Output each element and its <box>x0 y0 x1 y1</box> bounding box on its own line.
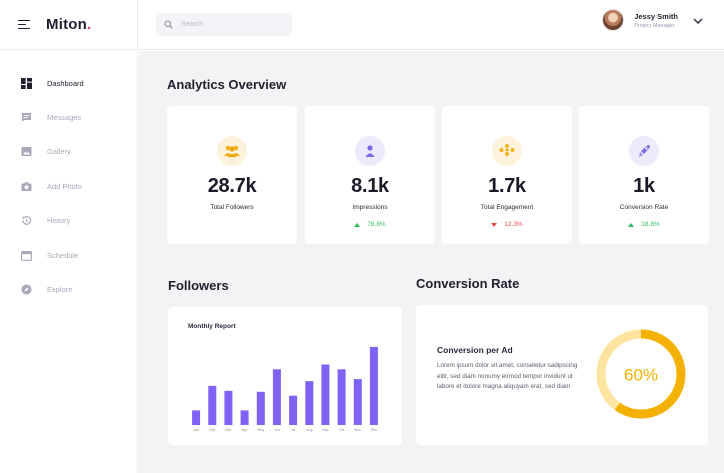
conversion-donut: 60% <box>596 329 686 419</box>
search-icon <box>164 16 173 34</box>
sidebar-nav: Dashboard Messages Gallery Add Photo His… <box>0 66 138 307</box>
stat-delta: 78.8% <box>305 221 435 228</box>
avatar[interactable] <box>602 9 625 31</box>
bar-apr[interactable] <box>240 410 249 425</box>
stat-value: 8.1k <box>351 175 389 197</box>
sidebar-item-label: Add Photo <box>47 181 83 191</box>
user-role: Project Manager <box>634 22 675 29</box>
bar-aug[interactable] <box>305 381 314 425</box>
page-title: Analytics Overview <box>167 77 287 92</box>
sidebar-item-label: Explore <box>47 285 73 295</box>
menu-icon[interactable] <box>18 19 30 30</box>
followers-title: Followers <box>168 278 229 293</box>
stat-card-impressions[interactable]: 8.1k Impressions 78.8% <box>305 106 435 244</box>
sidebar-item-add-photo[interactable]: Add Photo <box>0 169 138 203</box>
arrow-down-icon <box>491 222 498 227</box>
user-profile[interactable]: Jessy Smith Project Manager <box>602 9 704 31</box>
stat-card-conversion-rate[interactable]: 1k Conversion Rate 18.8% <box>579 106 709 244</box>
x-tick-label: Mar <box>225 428 232 432</box>
stat-label: Total Followers <box>210 204 254 211</box>
group-icon <box>492 136 522 166</box>
delta-value: 18.8% <box>641 221 660 228</box>
dashboard-icon <box>20 77 32 89</box>
chevron-down-icon[interactable] <box>692 14 704 26</box>
followers-chart-card: Monthly Report Jan Feb Mar Apr May Jun Jul Aug S… <box>168 307 402 445</box>
arrow-up-icon <box>354 222 361 227</box>
bar-chart: Jan Feb Mar Apr May Jun Jul Aug Sep Oct Nov Dec <box>192 346 378 432</box>
sidebar-item-explore[interactable]: Explore <box>0 272 138 306</box>
sidebar-item-history[interactable]: History <box>0 204 138 238</box>
stat-label: Total Engagement <box>480 204 534 211</box>
x-tick-label: Jun <box>274 428 280 432</box>
user-info: Jessy Smith Project Manager <box>634 12 678 29</box>
compass-icon <box>20 284 32 296</box>
stat-label: Conversion Rate <box>619 204 669 211</box>
conversion-title: Conversion Rate <box>416 276 520 291</box>
sidebar-item-gallery[interactable]: Gallery <box>0 135 138 169</box>
bar-sep[interactable] <box>321 364 330 426</box>
person-icon <box>355 136 385 166</box>
brand-bar: Miton. <box>0 0 138 50</box>
rocket-icon <box>629 136 659 166</box>
users-icon <box>217 136 247 166</box>
x-tick-label: Apr <box>242 428 248 432</box>
x-tick-label: Nov <box>355 428 361 432</box>
bar-jan[interactable] <box>192 410 201 425</box>
sidebar-item-label: Gallery <box>47 147 71 157</box>
x-tick-label: Feb <box>209 428 215 432</box>
stat-delta: 18.8% <box>579 221 709 228</box>
bar-feb[interactable] <box>208 385 217 425</box>
bar-may[interactable] <box>256 391 265 425</box>
x-tick-label: Aug <box>306 428 312 432</box>
stat-value: 1k <box>633 175 655 197</box>
sidebar-item-label: Dashboard <box>47 78 84 88</box>
sidebar-item-schedule[interactable]: Schedule <box>0 238 138 272</box>
delta-value: 12.3% <box>504 221 523 228</box>
sidebar-item-dashboard[interactable]: Dashboard <box>0 66 138 100</box>
x-tick-label: May <box>257 428 264 432</box>
x-tick-label: Sep <box>322 428 328 432</box>
history-icon <box>20 215 32 227</box>
main-content: Analytics Overview 28.7k Total Followers… <box>139 51 724 473</box>
bar-nov[interactable] <box>353 379 362 425</box>
x-tick-label: Jul <box>291 428 296 432</box>
stat-value: 28.7k <box>207 175 257 197</box>
search-input[interactable] <box>181 21 281 28</box>
search-box[interactable] <box>156 13 292 36</box>
conversion-description: Lorem ipsum dolor sit amet, consetetur s… <box>437 362 578 390</box>
bar-oct[interactable] <box>337 369 346 425</box>
stat-delta: 12.3% <box>442 221 572 228</box>
message-icon <box>20 112 32 124</box>
donut-percent-label: 60% <box>624 366 658 385</box>
sidebar-item-label: Schedule <box>47 250 79 260</box>
sidebar-item-label: Messages <box>47 113 82 123</box>
conversion-heading: Conversion per Ad <box>437 345 513 355</box>
top-header: Jessy Smith Project Manager <box>138 0 724 50</box>
x-tick-label: Oct <box>339 428 344 432</box>
stat-value: 1.7k <box>488 175 526 197</box>
delta-value: 78.8% <box>367 221 386 228</box>
stat-label: Impressions <box>352 204 388 211</box>
calendar-icon <box>20 249 32 261</box>
x-tick-label: Dec <box>371 428 377 432</box>
bar-mar[interactable] <box>224 390 233 425</box>
image-icon <box>20 146 32 158</box>
bar-jul[interactable] <box>289 395 298 425</box>
conversion-card: Conversion per Ad Lorem ipsum dolor sit … <box>416 305 708 445</box>
camera-icon <box>20 180 32 192</box>
sidebar: Miton. Dashboard Messages Gallery Add Ph… <box>0 0 138 473</box>
x-tick-label: Jan <box>193 428 199 432</box>
sidebar-item-messages[interactable]: Messages <box>0 100 138 134</box>
arrow-up-icon <box>628 222 635 227</box>
sidebar-item-label: History <box>47 216 71 226</box>
stat-card-total-engagement[interactable]: 1.7k Total Engagement 12.3% <box>442 106 572 244</box>
brand-logo[interactable]: Miton. <box>46 16 91 33</box>
stat-card-total-followers[interactable]: 28.7k Total Followers <box>167 106 297 244</box>
bar-dec[interactable] <box>369 346 378 425</box>
user-name: Jessy Smith <box>634 11 678 21</box>
bar-jun[interactable] <box>272 369 281 425</box>
